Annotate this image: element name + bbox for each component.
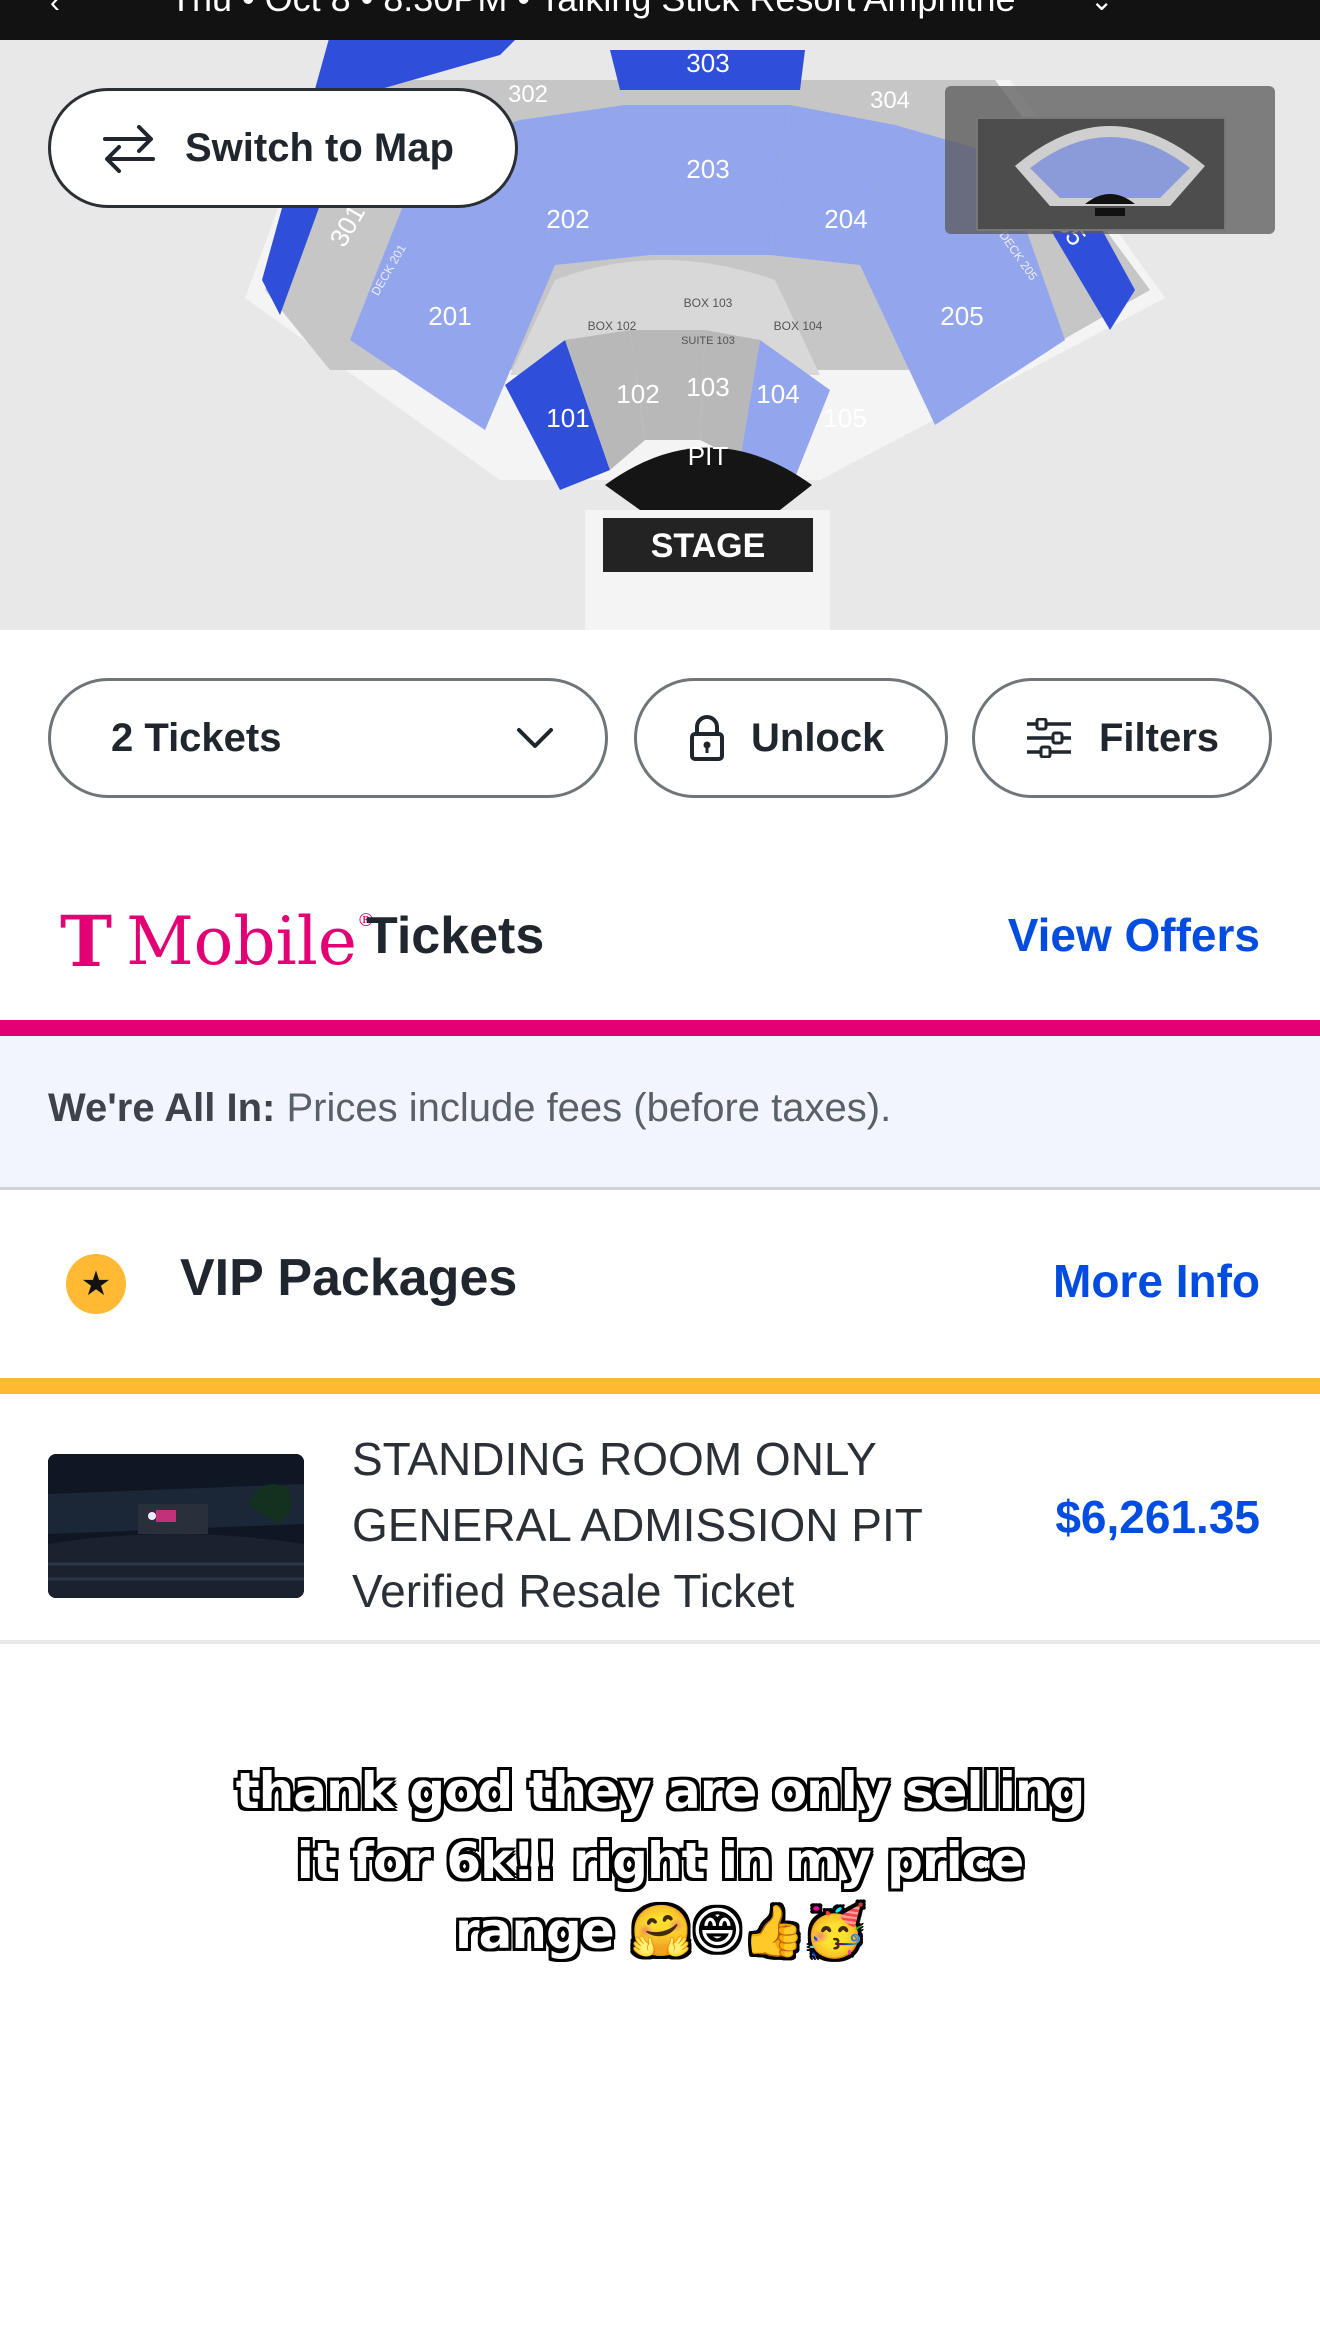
listing-description: STANDING ROOM ONLY GENERAL ADMISSION PIT… [352, 1426, 923, 1624]
caption-line-3: range 🤗😄👍🥳 [455, 1902, 866, 1960]
tmobile-accent-bar [0, 1020, 1320, 1036]
video-caption-overlay: thank god they are only selling it for 6… [200, 1756, 1120, 1966]
fees-notice-bold: We're All In: [48, 1086, 276, 1130]
label-201: 201 [428, 301, 471, 331]
label-box-102: BOX 102 [588, 319, 637, 333]
label-202: 202 [546, 204, 589, 234]
more-info-link[interactable]: More Info [1053, 1254, 1260, 1308]
label-104: 104 [756, 379, 799, 409]
chevron-down-icon [517, 728, 553, 748]
event-header[interactable]: ‹ Thu • Oct 8 • 8:30PM • Talking Stick R… [0, 0, 1320, 40]
listing-line-3: Verified Resale Ticket [352, 1565, 795, 1617]
sliders-icon [1027, 718, 1071, 758]
back-chevron-icon[interactable]: ‹ [50, 0, 60, 20]
label-205: 205 [940, 301, 983, 331]
tmobile-tickets-label: Tickets [366, 907, 545, 965]
label-304: 304 [870, 87, 910, 114]
filters-button[interactable]: Filters [972, 678, 1272, 798]
fees-notice-text: We're All In: Prices include fees (befor… [48, 1086, 891, 1131]
view-offers-link[interactable]: View Offers [1008, 908, 1260, 962]
fees-notice: We're All In: Prices include fees (befor… [0, 1036, 1320, 1190]
listing-line-1: STANDING ROOM ONLY [352, 1433, 877, 1485]
label-box-103: BOX 103 [684, 296, 733, 310]
vip-packages-row[interactable]: ★ VIP Packages More Info [0, 1190, 1320, 1378]
label-pit: PIT [688, 441, 729, 471]
ticket-listing[interactable]: STANDING ROOM ONLY GENERAL ADMISSION PIT… [0, 1394, 1320, 1644]
switch-to-map-label: Switch to Map [185, 125, 454, 170]
label-box-104: BOX 104 [774, 319, 823, 333]
vip-packages-title: VIP Packages [180, 1249, 518, 1307]
app-root: ‹ Thu • Oct 8 • 8:30PM • Talking Stick R… [0, 0, 1320, 2346]
tmobile-logo: T Mobile ® [60, 900, 375, 983]
label-suite-103: SUITE 103 [681, 335, 735, 347]
label-203: 203 [686, 154, 729, 184]
ticket-quantity-select[interactable]: 2 Tickets [48, 678, 608, 798]
unlock-button[interactable]: Unlock [634, 678, 948, 798]
filter-controls: 2 Tickets Unlock Filters [0, 678, 1320, 798]
lock-icon [690, 715, 724, 761]
tmobile-tickets-row: T Mobile ® Tickets View Offers [0, 870, 1320, 1020]
label-302: 302 [508, 81, 548, 108]
seat-map[interactable]: 301 302 303 304 305 201 202 203 204 205 … [0, 40, 1320, 630]
venue-view-image [48, 1454, 304, 1598]
label-101: 101 [546, 403, 589, 433]
listing-line-2: GENERAL ADMISSION PIT [352, 1499, 923, 1551]
chevron-down-icon[interactable]: ⌄ [1090, 0, 1113, 17]
fees-notice-body: Prices include fees (before taxes). [286, 1086, 892, 1130]
unlock-label: Unlock [751, 715, 885, 760]
caption-line-1: thank god they are only selling [235, 1762, 1086, 1820]
star-icon: ★ [66, 1254, 126, 1314]
label-204: 204 [824, 204, 867, 234]
ticket-quantity-label: 2 Tickets [111, 715, 282, 760]
label-105: 105 [823, 403, 866, 433]
tmobile-brand-text: Mobile [126, 903, 357, 980]
tmobile-t-glyph: T [60, 900, 113, 983]
caption-line-2: it for 6k!! right in my price [296, 1832, 1025, 1890]
vip-accent-bar [0, 1378, 1320, 1394]
filters-label: Filters [1099, 715, 1220, 760]
label-303: 303 [686, 48, 729, 78]
switch-to-map-button[interactable]: Switch to Map [48, 88, 518, 208]
label-102: 102 [616, 379, 659, 409]
minimap-thumbnail[interactable] [945, 86, 1275, 234]
label-stage: STAGE [651, 527, 766, 565]
event-title: Thu • Oct 8 • 8:30PM • Talking Stick Res… [170, 0, 1016, 20]
virtual-venue-thumbnail [48, 1454, 304, 1598]
swap-arrows-icon [103, 125, 155, 173]
listing-price: $6,261.35 [1055, 1491, 1260, 1543]
label-103: 103 [686, 372, 729, 402]
minimap-graphic [976, 117, 1226, 231]
